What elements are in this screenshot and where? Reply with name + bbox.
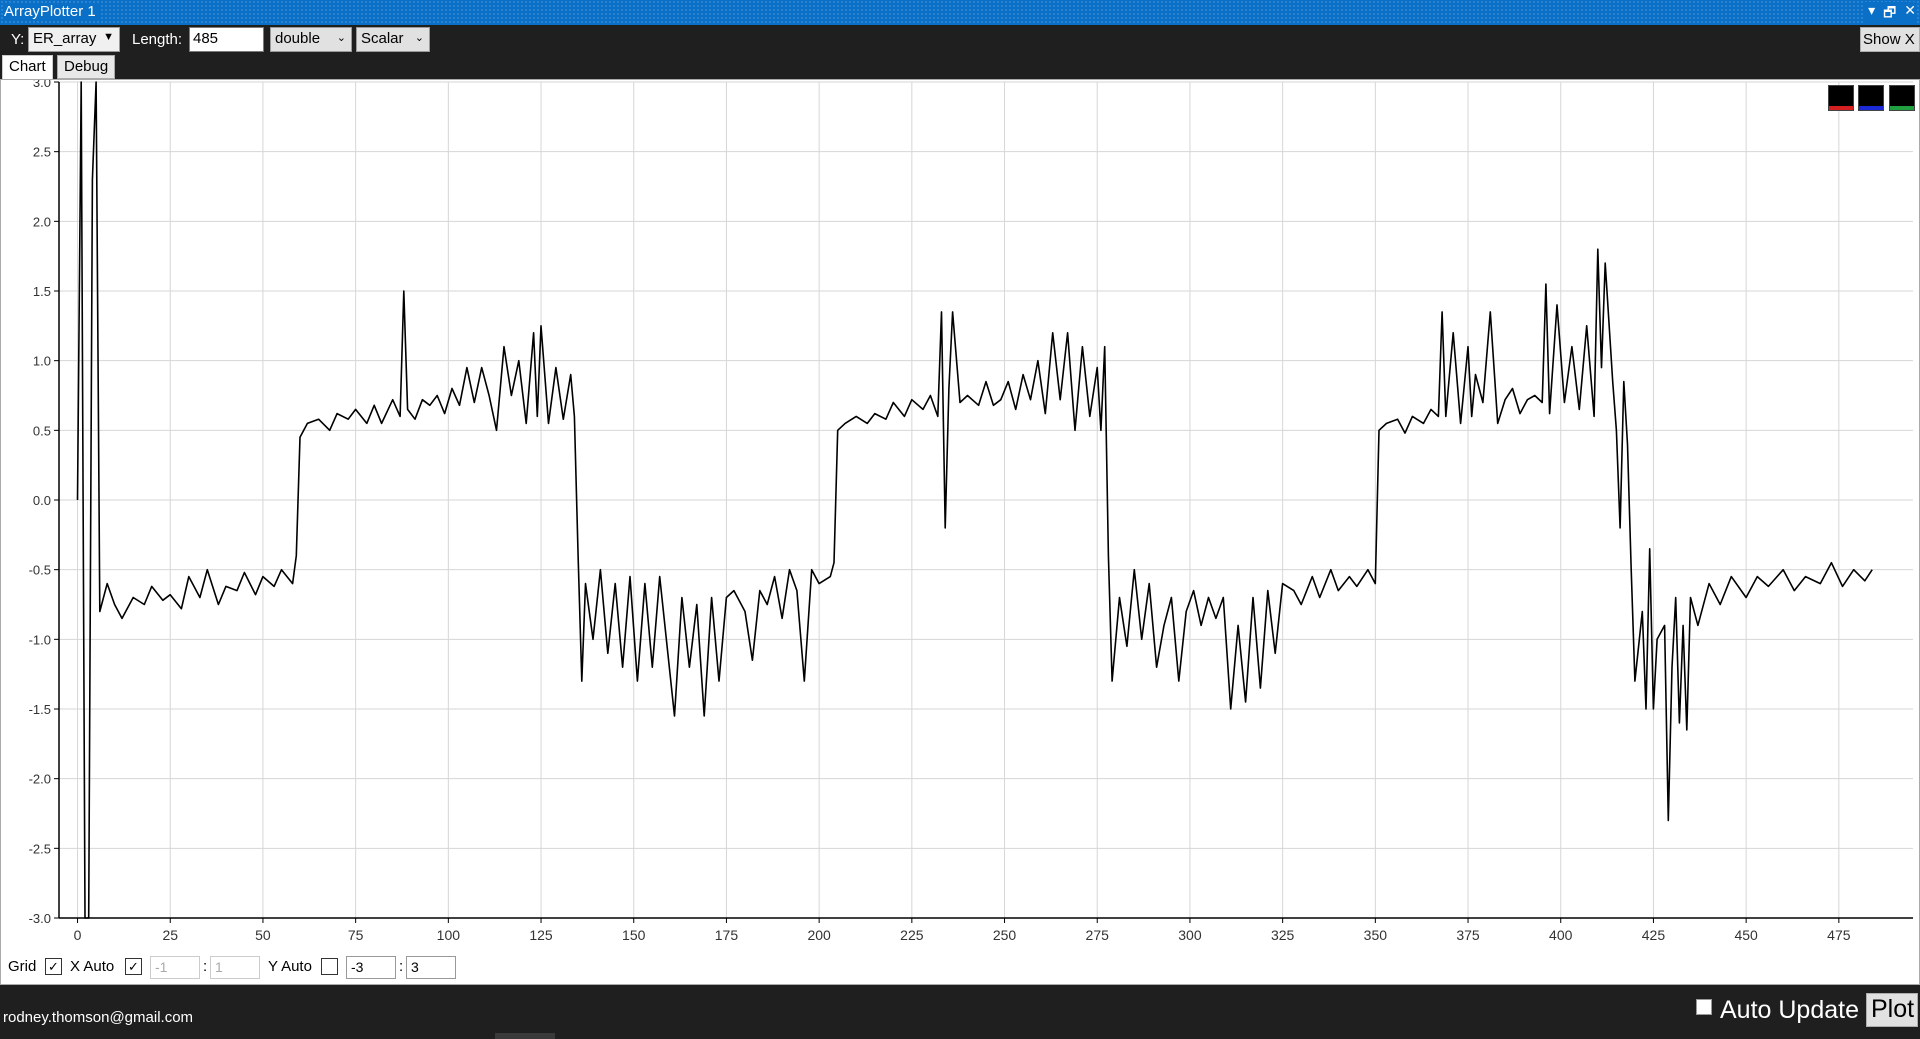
x-tick-label: 75 — [348, 927, 364, 943]
grid-checkbox[interactable]: ✓ — [45, 958, 62, 975]
x-tick-label: 300 — [1178, 927, 1202, 943]
auto-update-checkbox[interactable] — [1696, 998, 1712, 1015]
y-array-value: ER_array — [33, 30, 97, 47]
y-tick-label: -3.0 — [29, 911, 51, 926]
x-range-separator: : — [203, 958, 208, 975]
x-tick-label: 25 — [162, 927, 178, 943]
line-chart: 0 25 50 75 100 125 150 175 200 225 250 275 300 325 350… — [29, 75, 1913, 943]
swatch-accent — [1829, 106, 1853, 110]
tab-debug[interactable]: Debug — [57, 55, 116, 79]
tab-chart[interactable]: Chart — [2, 55, 53, 81]
swatch-accent — [1890, 106, 1914, 110]
y-array-select[interactable]: ER_array ▼ — [28, 27, 120, 52]
series-color-swatch-red[interactable] — [1828, 85, 1854, 111]
window-title: ArrayPlotter 1 — [4, 3, 100, 20]
y-tick-label: -1.0 — [29, 632, 51, 647]
x-auto-checkbox[interactable]: ✓ — [125, 958, 142, 975]
y-tick-label: 3.0 — [33, 80, 51, 90]
chevron-down-icon: ⌄ — [414, 32, 424, 44]
y-auto-label: Y Auto — [268, 958, 312, 975]
type-value: double — [275, 30, 321, 47]
y-tick-label: -0.5 — [29, 563, 51, 578]
x-tick-label: 425 — [1642, 927, 1666, 943]
y-tick-label: 0.5 — [33, 423, 51, 438]
x-tick-label: 175 — [715, 927, 739, 943]
x-max-input[interactable]: 1 — [210, 956, 260, 979]
x-tick-label: 150 — [622, 927, 646, 943]
auto-update-label: Auto Update — [1720, 996, 1859, 1024]
type-select[interactable]: double ⌄ — [270, 27, 352, 52]
y-max-input[interactable]: 3 — [406, 956, 456, 979]
window-controls: ▾ 🗗 ✕ — [1864, 2, 1916, 26]
grid-label: Grid — [8, 958, 37, 975]
show-x-button[interactable]: Show X — [1860, 27, 1920, 52]
y-label: Y: — [11, 31, 25, 48]
x-tick-label: 100 — [437, 927, 461, 943]
y-tick-label: 2.0 — [33, 214, 51, 229]
x-tick-label: 375 — [1456, 927, 1480, 943]
x-tick-label: 450 — [1734, 927, 1758, 943]
y-tick-label: 2.5 — [33, 145, 51, 160]
series-color-swatch-blue[interactable] — [1858, 85, 1884, 111]
y-tick-label: 1.5 — [33, 284, 51, 299]
tab-strip: Chart Debug — [0, 55, 1920, 81]
x-tick-label: 400 — [1549, 927, 1573, 943]
x-tick-label: 350 — [1364, 927, 1388, 943]
y-tick-label: -2.0 — [29, 772, 51, 787]
axis-controls: Grid ✓ X Auto ✓ -1 : 1 Y Auto -3 : 3 — [0, 955, 520, 981]
y-tick-label: -1.5 — [29, 702, 51, 717]
plot-button[interactable]: Plot — [1866, 993, 1918, 1027]
y-min-input[interactable]: -3 — [346, 956, 396, 979]
taskbar-fragment — [495, 1033, 555, 1039]
chart-area: 0 25 50 75 100 125 150 175 200 225 250 275 300 325 350… — [0, 75, 1920, 985]
x-min-input[interactable]: -1 — [150, 956, 200, 979]
title-bar: ArrayPlotter 1 ▾ 🗗 ✕ — [0, 0, 1920, 26]
mode-value: Scalar — [361, 30, 404, 47]
series-color-swatch-green[interactable] — [1889, 85, 1915, 111]
length-input[interactable]: 485 — [189, 27, 264, 52]
y-auto-checkbox[interactable] — [321, 958, 338, 975]
dropdown-arrow-icon: ▼ — [103, 31, 114, 43]
x-tick-label: 225 — [900, 927, 924, 943]
restore-icon[interactable]: 🗗 — [1883, 2, 1896, 26]
x-tick-label: 275 — [1086, 927, 1110, 943]
x-tick-label: 0 — [74, 927, 82, 943]
chevron-down-icon: ⌄ — [336, 32, 346, 44]
author-email: rodney.thomson@gmail.com — [3, 1009, 194, 1026]
x-tick-label: 200 — [807, 927, 831, 943]
toolbar: Y: ER_array ▼ Length: 485 double ⌄ Scala… — [0, 25, 1920, 55]
x-tick-label: 475 — [1827, 927, 1851, 943]
x-tick-label: 250 — [993, 927, 1017, 943]
mode-select[interactable]: Scalar ⌄ — [356, 27, 430, 52]
status-bar: rodney.thomson@gmail.com Auto Update Plo… — [0, 985, 1920, 1039]
swatch-accent — [1859, 106, 1883, 110]
x-tick-label: 125 — [529, 927, 553, 943]
y-tick-label: 0.0 — [33, 493, 51, 508]
dropdown-icon[interactable]: ▾ — [1868, 2, 1875, 26]
y-range-separator: : — [399, 958, 404, 975]
length-label: Length: — [132, 31, 183, 48]
close-icon[interactable]: ✕ — [1904, 2, 1916, 26]
x-tick-label: 325 — [1271, 927, 1295, 943]
auto-update-toggle[interactable]: Auto Update — [1696, 996, 1859, 1025]
y-tick-label: 1.0 — [33, 354, 51, 369]
x-tick-label: 50 — [255, 927, 271, 943]
x-auto-label: X Auto — [70, 958, 115, 975]
y-tick-label: -2.5 — [29, 841, 51, 856]
